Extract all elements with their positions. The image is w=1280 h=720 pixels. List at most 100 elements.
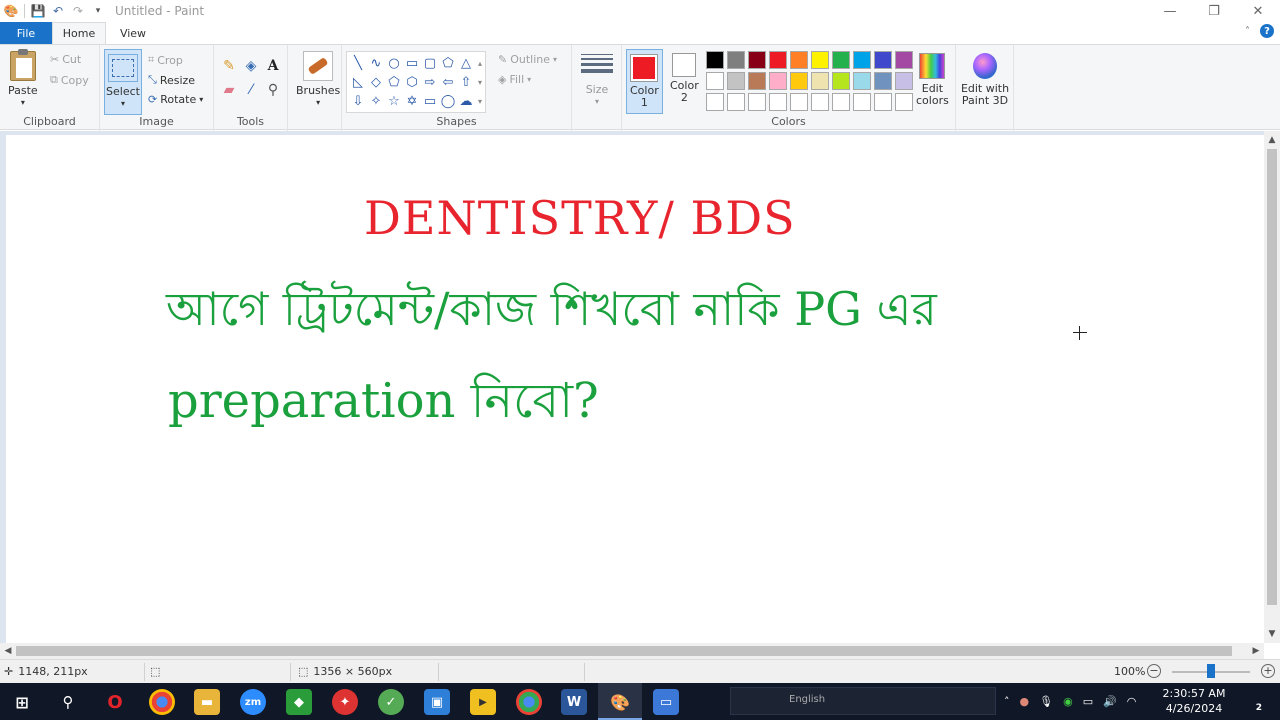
fill-button[interactable]: ◈ Fill ▾ bbox=[498, 73, 531, 86]
rounded-rectangle-shape-icon[interactable]: ▢ bbox=[421, 54, 439, 72]
app-icon[interactable]: ▣ bbox=[424, 689, 450, 715]
close-button[interactable]: ✕ bbox=[1236, 0, 1280, 22]
resize-button[interactable]: ⤡ Resize bbox=[148, 73, 195, 87]
paste-dropdown-icon[interactable]: ▾ bbox=[21, 97, 25, 109]
app-window-icon[interactable]: ▭ bbox=[653, 689, 679, 715]
palette-swatch[interactable] bbox=[895, 72, 913, 90]
curve-shape-icon[interactable]: ∿ bbox=[367, 54, 385, 72]
palette-swatch[interactable] bbox=[853, 93, 871, 111]
color2-button[interactable]: Color 2 bbox=[670, 53, 699, 104]
tray-app-icon[interactable]: ◉ bbox=[1063, 695, 1073, 708]
paint-taskbar-icon[interactable]: 🎨 bbox=[607, 689, 633, 715]
palette-swatch[interactable] bbox=[853, 51, 871, 69]
cut-button[interactable]: ✂ Cut bbox=[50, 53, 81, 66]
palette-swatch[interactable] bbox=[748, 51, 766, 69]
tab-view[interactable]: View bbox=[106, 22, 160, 44]
restore-button[interactable]: ❐ bbox=[1192, 0, 1236, 22]
undo-icon[interactable]: ↶ bbox=[51, 4, 65, 18]
outline-button[interactable]: ✎ Outline ▾ bbox=[498, 53, 557, 66]
brushes-button[interactable]: Brushes ▾ bbox=[296, 51, 340, 109]
tab-file[interactable]: File bbox=[0, 22, 52, 44]
five-point-star-shape-icon[interactable]: ☆ bbox=[385, 92, 403, 110]
line-shape-icon[interactable]: ╲ bbox=[349, 54, 367, 72]
palette-swatch[interactable] bbox=[811, 51, 829, 69]
palette-swatch[interactable] bbox=[706, 51, 724, 69]
rotate-button[interactable]: ⟳ Rotate ▾ bbox=[148, 93, 203, 106]
scroll-up-arrow-icon[interactable]: ▲ bbox=[1264, 133, 1280, 147]
right-triangle-shape-icon[interactable]: ◺ bbox=[349, 73, 367, 91]
palette-swatch[interactable] bbox=[832, 72, 850, 90]
windows-start-icon[interactable]: ⊞ bbox=[9, 689, 35, 715]
tab-home[interactable]: Home bbox=[52, 22, 106, 44]
pencil-icon[interactable]: ✎ bbox=[220, 57, 238, 75]
horizontal-scrollbar[interactable]: ◀ ▶ bbox=[0, 643, 1264, 659]
palette-swatch[interactable] bbox=[895, 51, 913, 69]
palette-swatch[interactable] bbox=[853, 72, 871, 90]
zoom-out-icon[interactable]: − bbox=[1147, 664, 1161, 678]
edit-with-paint3d-button[interactable]: Edit with Paint 3D bbox=[961, 53, 1009, 107]
redo-icon[interactable]: ↷ bbox=[71, 4, 85, 18]
six-point-star-shape-icon[interactable]: ✡ bbox=[403, 92, 421, 110]
fill-bucket-icon[interactable]: ◈ bbox=[242, 57, 260, 75]
polygon-shape-icon[interactable]: ⬠ bbox=[439, 54, 457, 72]
palette-swatch[interactable] bbox=[790, 93, 808, 111]
pdf-app-icon[interactable]: ◆ bbox=[286, 689, 312, 715]
palette-swatch[interactable] bbox=[790, 72, 808, 90]
battery-icon[interactable]: ▭ bbox=[1083, 695, 1093, 708]
palette-swatch[interactable] bbox=[874, 93, 892, 111]
help-icon[interactable]: ? bbox=[1260, 24, 1274, 38]
size-button[interactable]: Size ▾ bbox=[578, 51, 616, 108]
show-hidden-icons-icon[interactable]: ˄ bbox=[1004, 695, 1010, 708]
chrome-icon[interactable] bbox=[516, 689, 542, 715]
opera-browser-icon[interactable]: O bbox=[102, 689, 128, 715]
zoom-in-icon[interactable]: + bbox=[1261, 664, 1275, 678]
minimize-button[interactable]: — bbox=[1148, 0, 1192, 22]
palette-swatch[interactable] bbox=[769, 51, 787, 69]
hexagon-shape-icon[interactable]: ⬡ bbox=[403, 73, 421, 91]
palette-swatch[interactable] bbox=[748, 93, 766, 111]
chrome-icon[interactable] bbox=[149, 689, 175, 715]
pentagon-shape-icon[interactable]: ⬠ bbox=[385, 73, 403, 91]
wifi-icon[interactable]: ◠ bbox=[1127, 695, 1137, 708]
palette-swatch[interactable] bbox=[790, 51, 808, 69]
edit-colors-button[interactable]: Edit colors bbox=[916, 53, 949, 107]
copy-button[interactable]: ⧉ Copy bbox=[50, 73, 89, 87]
color-picker-icon[interactable]: ⁄ bbox=[242, 81, 260, 99]
shapes-scroll-down-icon[interactable]: ▾ bbox=[475, 73, 485, 91]
cloud-callout-shape-icon[interactable]: ☁ bbox=[457, 92, 475, 110]
customize-qat-icon[interactable]: ▾ bbox=[91, 4, 105, 18]
scroll-right-arrow-icon[interactable]: ▶ bbox=[1249, 643, 1263, 659]
search-icon[interactable]: ⚲ bbox=[55, 689, 81, 715]
shapes-scroll-up-icon[interactable]: ▴ bbox=[475, 54, 485, 72]
palette-swatch[interactable] bbox=[727, 93, 745, 111]
select-button[interactable]: Select ▾ bbox=[104, 49, 142, 115]
four-point-star-shape-icon[interactable]: ✧ bbox=[367, 92, 385, 110]
language-bar[interactable]: English bbox=[730, 687, 996, 715]
drawing-canvas[interactable]: DENTISTRY/ BDS আগে ট্রিটমেন্ট/কাজ শিখবো … bbox=[6, 135, 1264, 643]
word-icon[interactable]: W bbox=[561, 689, 587, 715]
vertical-scrollbar[interactable]: ▲ ▼ bbox=[1264, 131, 1280, 643]
media-player-icon[interactable]: ▶ bbox=[470, 689, 496, 715]
crop-button[interactable]: ⌗ Crop bbox=[148, 53, 183, 67]
text-tool-icon[interactable]: A bbox=[264, 57, 282, 75]
volume-icon[interactable]: 🔊 bbox=[1103, 695, 1117, 708]
palette-swatch[interactable] bbox=[706, 93, 724, 111]
right-arrow-shape-icon[interactable]: ⇨ bbox=[421, 73, 439, 91]
triangle-shape-icon[interactable]: △ bbox=[457, 54, 475, 72]
rect-callout-shape-icon[interactable]: ▭ bbox=[421, 92, 439, 110]
palette-swatch[interactable] bbox=[832, 51, 850, 69]
taskbar-clock[interactable]: 2:30:57 AM 4/26/2024 bbox=[1160, 686, 1228, 716]
paste-button[interactable]: Paste ▾ bbox=[8, 49, 38, 109]
horizontal-scroll-thumb[interactable] bbox=[16, 646, 1232, 656]
eraser-icon[interactable]: ▰ bbox=[220, 81, 238, 99]
magnifier-icon[interactable]: ⚲ bbox=[264, 81, 282, 99]
shapes-expand-icon[interactable]: ▾ bbox=[475, 92, 485, 110]
save-icon[interactable]: 💾 bbox=[31, 4, 46, 18]
oval-shape-icon[interactable]: ○ bbox=[385, 54, 403, 72]
palette-swatch[interactable] bbox=[748, 72, 766, 90]
rectangle-shape-icon[interactable]: ▭ bbox=[403, 54, 421, 72]
palette-swatch[interactable] bbox=[874, 51, 892, 69]
vertical-scroll-thumb[interactable] bbox=[1267, 149, 1277, 605]
down-arrow-shape-icon[interactable]: ⇩ bbox=[349, 92, 367, 110]
palette-swatch[interactable] bbox=[727, 72, 745, 90]
